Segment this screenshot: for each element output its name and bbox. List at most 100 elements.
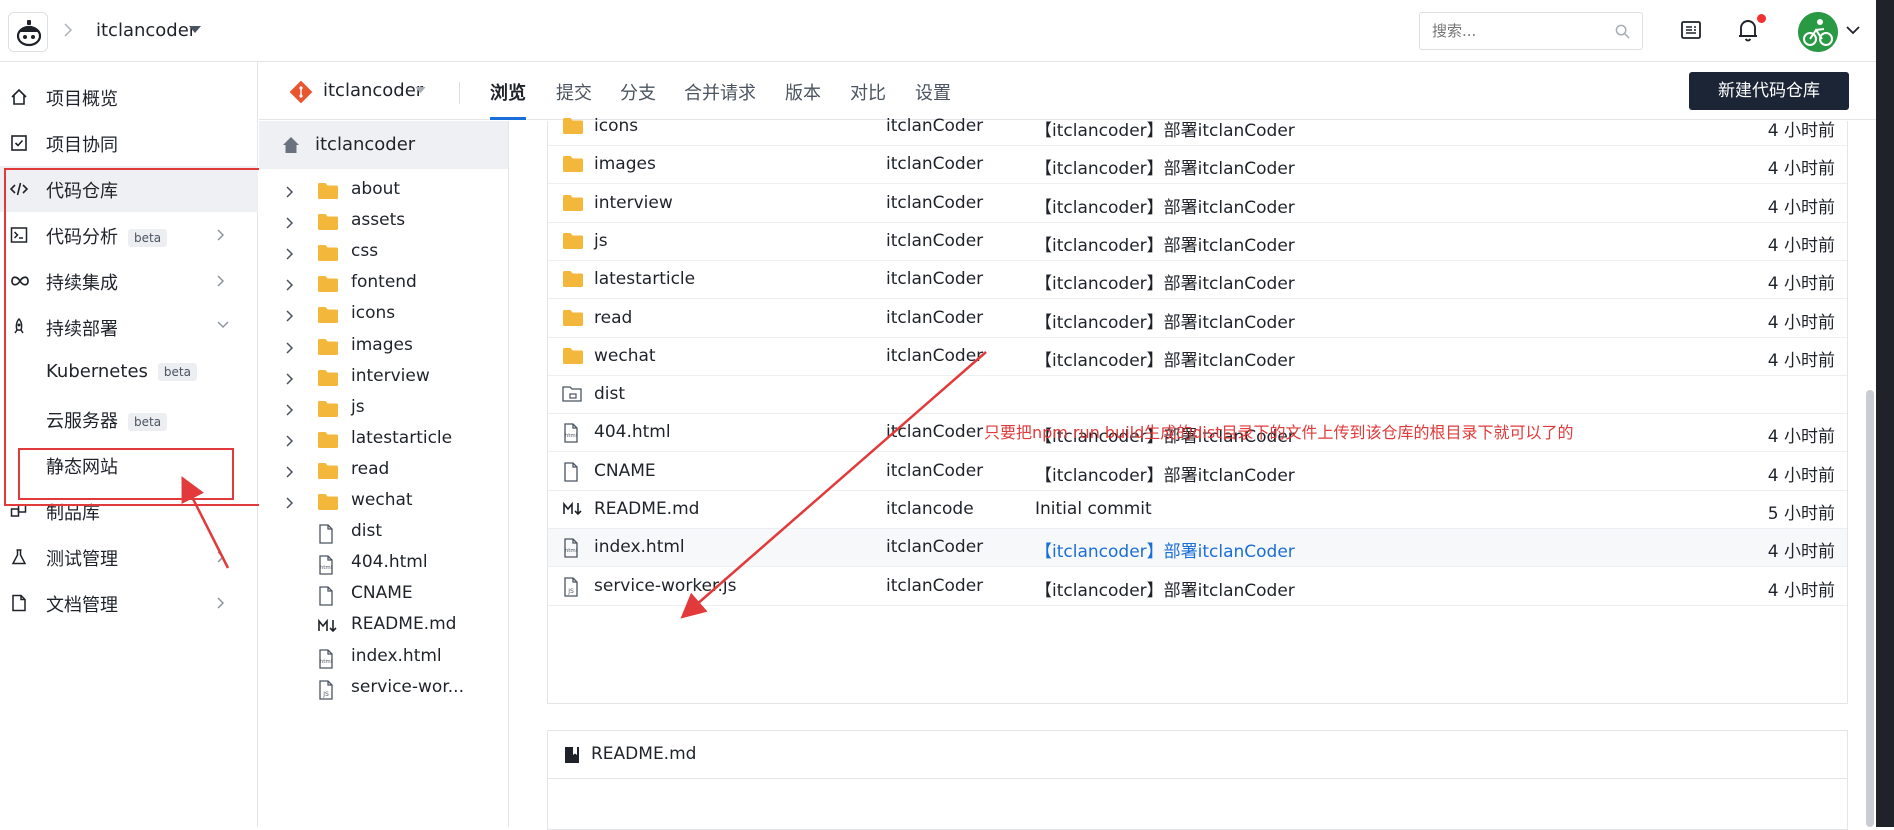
avatar[interactable] [1798, 12, 1838, 52]
tab-commits[interactable]: 提交 [556, 79, 592, 105]
sidebar-item-artifacts[interactable]: 制品库 [0, 488, 258, 534]
chevron-right-icon[interactable] [216, 550, 226, 564]
sidebar-item-static-site[interactable]: 静态网站 [0, 442, 258, 488]
commit-message[interactable]: 【itclancoder】部署itclanCoder [1035, 308, 1295, 333]
tab-branches[interactable]: 分支 [620, 79, 656, 105]
file-row[interactable]: dist [548, 376, 1847, 415]
tree-item[interactable]: JS service-wor... [259, 671, 508, 708]
file-name[interactable]: icons [594, 116, 638, 136]
chevron-right-icon[interactable] [285, 403, 295, 417]
file-row[interactable]: CNAME itclanCoder 【itclancoder】部署itclanCod… [548, 453, 1847, 491]
bell-icon[interactable] [1737, 17, 1759, 43]
folder-icon [317, 338, 339, 356]
sidebar-item-ci[interactable]: 持续集成 [0, 258, 258, 304]
file-icon [317, 586, 335, 606]
file-name[interactable]: 404.html [594, 422, 671, 442]
chevron-right-icon[interactable] [216, 596, 226, 610]
chevron-right-icon[interactable] [216, 228, 226, 242]
file-author: itclanCoder [886, 537, 984, 558]
sidebar-item-docs[interactable]: 文档管理 [0, 580, 258, 626]
commit-message[interactable]: 【itclancoder】部署itclanCoder [1035, 269, 1295, 294]
file-author: itclanCoder [886, 575, 984, 596]
commit-message[interactable]: 【itclancoder】部署itclanCoder [1035, 346, 1295, 371]
chevron-right-icon[interactable] [285, 247, 295, 261]
file-name[interactable]: js [594, 231, 608, 251]
commit-message[interactable]: 【itclancoder】部署itclanCoder [1035, 461, 1295, 486]
file-name[interactable]: index.html [594, 537, 685, 557]
sidebar-item-code-analysis[interactable]: 代码分析 beta [0, 212, 258, 258]
file-name[interactable]: interview [594, 193, 673, 213]
commit-message[interactable]: 【itclancoder】部署itclanCoder [1035, 154, 1295, 179]
sidebar-item-label: 静态网站 [46, 457, 118, 478]
notes-icon[interactable] [1680, 19, 1702, 41]
sidebar-item-collaboration[interactable]: 项目协同 [0, 120, 258, 166]
chevron-right-icon[interactable] [285, 434, 295, 448]
file-author: itclanCoder [886, 116, 984, 136]
file-row[interactable]: html index.html itclanCoder 【itclancoder】部署… [548, 529, 1847, 568]
caret-down-icon[interactable] [189, 26, 201, 34]
file-row[interactable]: JS service-worker.js itclanCoder 【itclancod… [548, 568, 1847, 606]
chevron-right-icon[interactable] [285, 372, 295, 386]
chevron-down-icon[interactable] [216, 320, 230, 330]
sidebar-item-cloud-server[interactable]: 云服务器 beta [0, 396, 258, 442]
scrollbar[interactable] [1866, 390, 1874, 827]
chevron-right-icon[interactable] [285, 185, 295, 199]
file-name[interactable]: service-worker.js [594, 576, 736, 596]
active-tab-indicator [490, 117, 526, 120]
file-name[interactable]: CNAME [594, 461, 656, 481]
file-name[interactable]: images [594, 154, 656, 174]
chevron-right-icon[interactable] [285, 309, 295, 323]
file-name[interactable]: README.md [594, 499, 699, 519]
file-row[interactable]: latestarticle itclanCoder 【itclancoder】部署i… [548, 261, 1847, 300]
commit-message[interactable]: 【itclancoder】部署itclanCoder [1035, 193, 1295, 218]
file-row[interactable]: interview itclanCoder 【itclancoder】部署itcla… [548, 185, 1847, 223]
sidebar-item-testing[interactable]: 测试管理 [0, 534, 258, 580]
book-icon [564, 746, 580, 764]
sidebar-item-label-wrap: Kubernetes beta [46, 361, 197, 382]
sidebar-item-cd[interactable]: 持续部署 [0, 304, 258, 350]
chevron-right-icon[interactable] [285, 496, 295, 510]
tab-compare[interactable]: 对比 [850, 79, 886, 105]
file-row[interactable]: README.md itclancode Initial commit 5 小时前 [548, 491, 1847, 529]
chevron-right-icon[interactable] [285, 216, 295, 230]
commit-message[interactable]: 【itclancoder】部署itclanCoder [1035, 576, 1295, 601]
chevron-right-icon[interactable] [285, 341, 295, 355]
code-icon [10, 180, 28, 198]
file-author: itclanCoder [886, 230, 984, 251]
app-logo[interactable] [8, 12, 48, 52]
tab-settings[interactable]: 设置 [915, 79, 951, 105]
tree-root[interactable]: itclancoder [259, 121, 508, 169]
sidebar-item-kubernetes[interactable]: Kubernetes beta [0, 350, 258, 396]
commit-message[interactable]: 【itclancoder】部署itclanCoder [1035, 537, 1295, 562]
file-name[interactable]: read [594, 308, 632, 328]
chevron-down-icon[interactable] [1845, 25, 1861, 35]
tab-releases[interactable]: 版本 [785, 79, 821, 105]
file-row[interactable]: wechat itclanCoder 【itclancoder】部署itclanCo… [548, 338, 1847, 376]
chevron-right-icon[interactable] [216, 274, 226, 288]
file-name[interactable]: latestarticle [594, 269, 695, 289]
search-input[interactable] [1420, 13, 1600, 49]
file-row[interactable]: read itclanCoder 【itclancoder】部署itclanCode… [548, 300, 1847, 338]
search-box[interactable] [1419, 12, 1643, 50]
folder-icon [317, 493, 339, 511]
sidebar-item-code-repo[interactable]: 代码仓库 [0, 166, 258, 212]
chevron-right-icon[interactable] [285, 465, 295, 479]
caret-down-icon[interactable] [415, 87, 426, 94]
chevron-right-icon[interactable] [285, 278, 295, 292]
repo-switcher[interactable]: itclancoder [323, 80, 423, 101]
file-row[interactable]: images itclanCoder 【itclancoder】部署itclanCo… [548, 146, 1847, 185]
file-row[interactable]: js itclanCoder 【itclancoder】部署itclanCoder 4… [548, 223, 1847, 261]
sidebar-item-overview[interactable]: 项目概览 [0, 74, 258, 120]
new-repo-button[interactable]: 新建代码仓库 [1689, 72, 1849, 110]
file-name[interactable]: dist [594, 384, 625, 404]
file-row[interactable]: icons itclanCoder 【itclancoder】部署itclanCod… [548, 108, 1847, 146]
search-icon[interactable] [1615, 24, 1630, 39]
project-switcher[interactable]: itclancoder [96, 20, 196, 41]
tab-merge-requests[interactable]: 合并请求 [684, 79, 756, 105]
flask-icon [10, 548, 28, 566]
file-name[interactable]: wechat [594, 346, 656, 366]
commit-message[interactable]: 【itclancoder】部署itclanCoder [1035, 231, 1295, 256]
commit-message[interactable]: 【itclancoder】部署itclanCoder [1035, 116, 1295, 141]
commit-message[interactable]: Initial commit [1035, 499, 1152, 519]
tab-browse[interactable]: 浏览 [490, 79, 526, 105]
